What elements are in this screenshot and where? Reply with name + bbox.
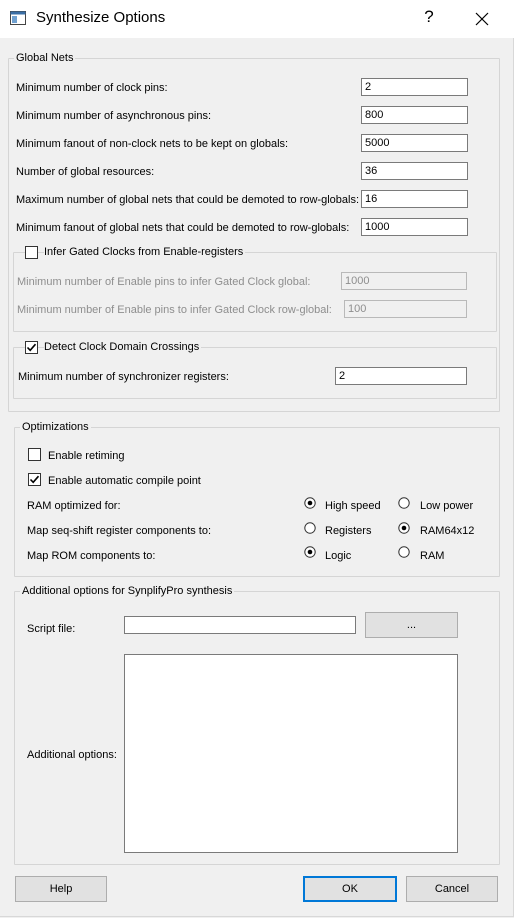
gated-clock-rowglobal-input: 100: [344, 300, 467, 318]
radio-low-power-label: Low power: [420, 500, 474, 512]
script-file-input[interactable]: [124, 616, 356, 634]
radio-ram-label: RAM: [420, 550, 445, 562]
ram-optimized-label: RAM optimized for:: [27, 500, 121, 512]
min-fanout-nonclock-input[interactable]: 5000: [361, 134, 468, 152]
auto-compile-point-label: Enable automatic compile point: [48, 475, 201, 487]
clock-domain-label: Detect Clock Domain Crossings: [44, 341, 202, 354]
close-icon[interactable]: [470, 8, 494, 30]
min-async-pins-label: Minimum number of asynchronous pins:: [16, 110, 212, 122]
radio-logic[interactable]: [304, 546, 316, 558]
radio-low-power[interactable]: [398, 497, 410, 509]
min-clock-pins-input[interactable]: 2: [361, 78, 468, 96]
enable-retiming-checkbox[interactable]: [28, 448, 41, 461]
cancel-button[interactable]: Cancel: [406, 876, 498, 902]
optimizations-legend: Optimizations: [20, 421, 91, 434]
ok-button[interactable]: OK: [303, 876, 397, 902]
radio-ram64x12-label: RAM64x12: [420, 525, 475, 537]
title-bar: Synthesize Options ?: [0, 0, 514, 38]
min-fanout-nonclock-label: Minimum fanout of non-clock nets to be k…: [16, 138, 289, 150]
radio-high-speed[interactable]: [304, 497, 316, 509]
max-demoted-nets-label: Maximum number of global nets that could…: [16, 194, 360, 206]
help-button[interactable]: Help: [15, 876, 107, 902]
help-question-button[interactable]: ?: [419, 7, 439, 27]
script-file-label: Script file:: [27, 623, 76, 635]
min-clock-pins-label: Minimum number of clock pins:: [16, 82, 168, 94]
additional-options-legend: Additional options for SynplifyPro synth…: [20, 585, 235, 598]
radio-registers-label: Registers: [325, 525, 372, 537]
clock-domain-checkbox[interactable]: [25, 341, 38, 354]
min-async-pins-input[interactable]: 800: [361, 106, 468, 124]
num-global-resources-input[interactable]: 36: [361, 162, 468, 180]
seq-shift-label: Map seq-shift register components to:: [27, 525, 212, 537]
check-icon: [26, 343, 37, 352]
gated-clock-global-label: Minimum number of Enable pins to infer G…: [17, 276, 311, 288]
radio-registers[interactable]: [304, 522, 316, 534]
min-sync-registers-input[interactable]: 2: [335, 367, 467, 385]
gated-clock-global-input: 1000: [341, 272, 467, 290]
min-fanout-demoted-label: Minimum fanout of global nets that could…: [16, 222, 350, 234]
num-global-resources-label: Number of global resources:: [16, 166, 155, 178]
radio-high-speed-label: High speed: [325, 500, 381, 512]
radio-ram64x12[interactable]: [398, 522, 410, 534]
window-title: Synthesize Options: [36, 9, 166, 26]
max-demoted-nets-input[interactable]: 16: [361, 190, 468, 208]
gated-clocks-label: Infer Gated Clocks from Enable-registers: [44, 246, 246, 259]
global-nets-legend: Global Nets: [14, 52, 76, 65]
gated-clock-rowglobal-label: Minimum number of Enable pins to infer G…: [17, 304, 332, 316]
radio-logic-label: Logic: [325, 550, 352, 562]
additional-options-textarea[interactable]: [124, 654, 458, 853]
auto-compile-point-checkbox[interactable]: [28, 473, 41, 486]
browse-button[interactable]: ...: [365, 612, 458, 638]
gated-clocks-checkbox[interactable]: [25, 246, 38, 259]
min-sync-registers-label: Minimum number of synchronizer registers…: [18, 371, 229, 383]
enable-retiming-label: Enable retiming: [48, 450, 125, 462]
gated-clocks-group: [13, 252, 497, 332]
min-fanout-demoted-input[interactable]: 1000: [361, 218, 468, 236]
additional-options-label: Additional options:: [27, 749, 117, 761]
radio-ram[interactable]: [398, 546, 410, 558]
app-window-icon: [10, 11, 26, 25]
check-icon: [29, 475, 40, 484]
rom-components-label: Map ROM components to:: [27, 550, 156, 562]
